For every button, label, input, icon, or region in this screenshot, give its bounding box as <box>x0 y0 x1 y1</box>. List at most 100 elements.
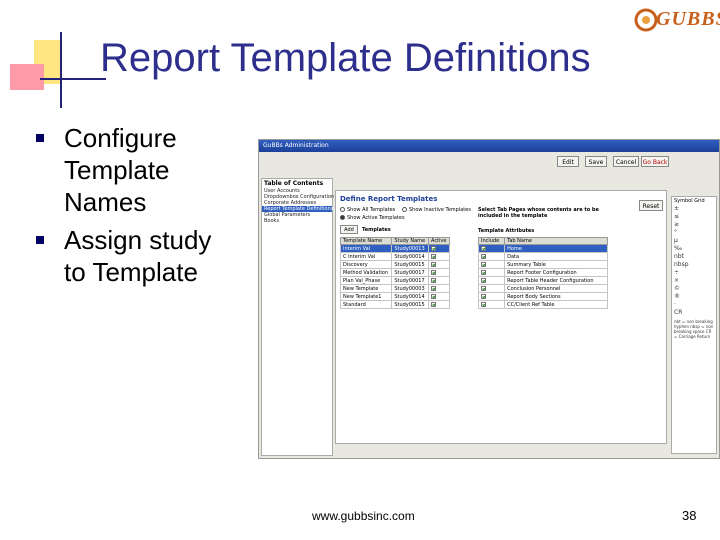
column-header[interactable]: Active <box>428 237 450 245</box>
include-checkbox[interactable] <box>481 301 486 307</box>
include-cell[interactable] <box>477 292 506 301</box>
include-checkbox[interactable] <box>481 277 486 283</box>
include-checkbox[interactable] <box>481 269 486 275</box>
table-row[interactable]: Home <box>477 244 608 253</box>
table-row[interactable]: Summary Table <box>477 260 608 269</box>
study-name-cell[interactable]: Study00015 <box>391 300 429 309</box>
template-name-cell[interactable]: Plan Val_Phase <box>339 276 393 285</box>
column-header[interactable]: Template Name <box>339 237 393 245</box>
template-name-cell[interactable]: New Template1 <box>339 292 393 301</box>
symbol-item[interactable]: ° <box>672 229 716 237</box>
include-checkbox[interactable] <box>481 285 486 291</box>
table-row[interactable]: New Template1 Study00014 <box>339 292 450 301</box>
active-cell[interactable] <box>428 300 450 309</box>
active-checkbox[interactable] <box>431 285 436 291</box>
symbol-item[interactable]: µ <box>672 237 716 245</box>
symbol-item[interactable]: © <box>672 285 716 293</box>
symbol-item[interactable]: · <box>672 301 716 309</box>
active-checkbox[interactable] <box>431 293 436 299</box>
radio-show-inactive[interactable]: Show Inactive Templates <box>402 207 471 213</box>
active-checkbox[interactable] <box>431 253 436 259</box>
table-row[interactable]: Discovery Study00015 <box>339 260 450 269</box>
table-row[interactable]: Data <box>477 252 608 261</box>
include-cell[interactable] <box>477 276 506 285</box>
reset-button[interactable]: Reset <box>639 200 663 211</box>
active-cell[interactable] <box>428 260 450 269</box>
study-name-cell[interactable]: Study00003 <box>391 284 429 293</box>
active-checkbox[interactable] <box>431 245 436 251</box>
include-cell[interactable] <box>477 284 506 293</box>
table-row[interactable]: Report Footer Configuration <box>477 268 608 277</box>
save-button[interactable]: Save <box>585 156 607 167</box>
include-cell[interactable] <box>477 260 506 269</box>
template-name-cell[interactable]: C Interim Val <box>339 252 393 261</box>
template-name-cell[interactable]: Standard <box>339 300 393 309</box>
symbol-item[interactable]: × <box>672 277 716 285</box>
add-button[interactable]: Add <box>340 225 358 234</box>
toc-item-books[interactable]: Books <box>262 218 332 224</box>
template-name-cell[interactable]: Method Validation <box>339 268 393 277</box>
symbol-item[interactable]: ‰ <box>672 245 716 253</box>
footer-url[interactable]: www.gubbsinc.com <box>312 509 415 523</box>
study-name-cell[interactable]: Study00013 <box>391 244 429 253</box>
symbol-item[interactable]: ® <box>672 293 716 301</box>
symbol-legend: nbt = non breaking hyphen nbsp = non bre… <box>674 319 714 339</box>
study-name-cell[interactable]: Study00014 <box>391 252 429 261</box>
symbol-item[interactable]: ÷ <box>672 269 716 277</box>
symbol-item[interactable]: ≥ <box>672 221 716 229</box>
table-row[interactable]: Conclusion Personnel <box>477 284 608 293</box>
table-row[interactable]: New Template Study00003 <box>339 284 450 293</box>
active-cell[interactable] <box>428 284 450 293</box>
table-row[interactable]: CC/Client Ref Table <box>477 300 608 309</box>
study-name-cell[interactable]: Study00014 <box>391 292 429 301</box>
include-cell[interactable] <box>477 252 506 261</box>
study-name-cell[interactable]: Study00015 <box>391 260 429 269</box>
table-row[interactable]: Report Body Sections <box>477 292 608 301</box>
symbol-item[interactable]: ≤ <box>672 213 716 221</box>
study-name-cell[interactable]: Study00017 <box>391 268 429 277</box>
bullet-text: Assign study to Template <box>64 225 212 287</box>
tab-name-cell: Home <box>504 244 608 253</box>
active-checkbox[interactable] <box>431 277 436 283</box>
column-header[interactable]: Study Name <box>391 237 429 245</box>
go-back-button[interactable]: Go Back <box>641 156 669 167</box>
active-checkbox[interactable] <box>431 301 436 307</box>
template-name-cell[interactable]: New Template <box>339 284 393 293</box>
include-checkbox[interactable] <box>481 261 486 267</box>
include-cell[interactable] <box>477 268 506 277</box>
template-name-cell[interactable]: Interim Val <box>339 244 393 253</box>
active-checkbox[interactable] <box>431 261 436 267</box>
cancel-button[interactable]: Cancel <box>613 156 639 167</box>
study-name-cell[interactable]: Study00017 <box>391 276 429 285</box>
tab-name-cell: Report Body Sections <box>504 292 608 301</box>
radio-show-all[interactable]: Show All Templates <box>340 207 395 213</box>
edit-button[interactable]: Edit <box>557 156 579 167</box>
include-checkbox[interactable] <box>481 293 486 299</box>
active-cell[interactable] <box>428 252 450 261</box>
include-cell[interactable] <box>477 300 506 309</box>
table-row[interactable]: Standard Study00015 <box>339 300 450 309</box>
column-header[interactable]: Tab Name <box>504 237 608 245</box>
template-name-cell[interactable]: Discovery <box>339 260 393 269</box>
table-row[interactable]: Plan Val_Phase Study00017 <box>339 276 450 285</box>
radio-show-active[interactable]: Show Active Templates <box>340 215 405 221</box>
table-row[interactable]: C Interim Val Study00014 <box>339 252 450 261</box>
symbol-list: ± ≤ ≥ ° µ ‰ nbt nbsp ÷ × © ® · CR <box>672 205 716 317</box>
symbol-item[interactable]: ± <box>672 205 716 213</box>
active-cell[interactable] <box>428 268 450 277</box>
symbol-item[interactable]: CR <box>672 309 716 317</box>
table-row[interactable]: Interim Val Study00013 <box>339 244 450 253</box>
include-checkbox[interactable] <box>481 253 486 259</box>
symbol-item[interactable]: nbt <box>672 253 716 261</box>
table-row[interactable]: Report Table Header Configuration <box>477 276 608 285</box>
include-cell[interactable] <box>477 244 506 253</box>
include-checkbox[interactable] <box>481 245 486 251</box>
symbol-item[interactable]: nbsp <box>672 261 716 269</box>
table-row[interactable]: Method Validation Study00017 <box>339 268 450 277</box>
active-cell[interactable] <box>428 276 450 285</box>
active-cell[interactable] <box>428 292 450 301</box>
active-checkbox[interactable] <box>431 269 436 275</box>
toc-heading: Table of Contents <box>264 180 324 187</box>
column-header[interactable]: Include <box>477 237 506 245</box>
active-cell[interactable] <box>428 244 450 253</box>
